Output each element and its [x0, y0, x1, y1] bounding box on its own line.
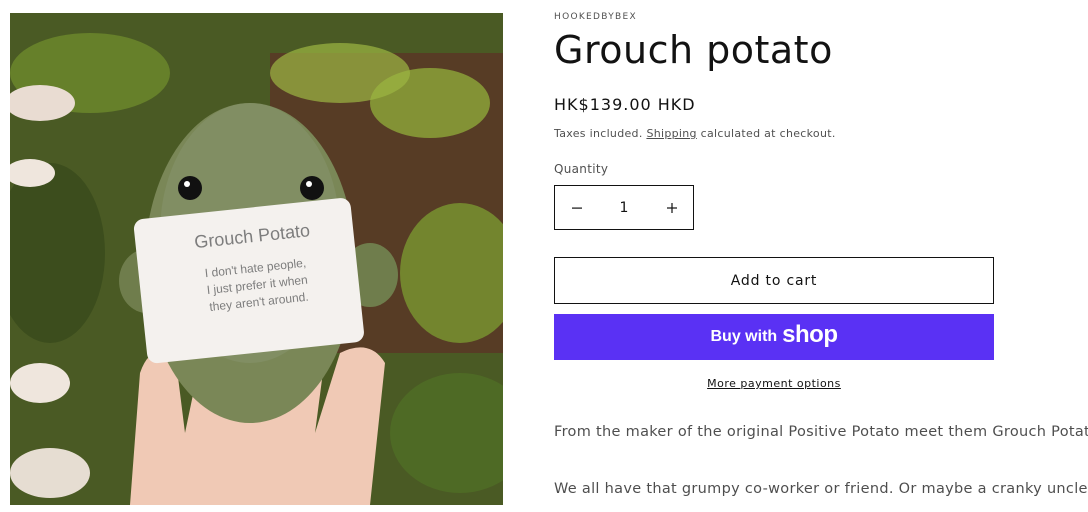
product-title: Grouch potato — [554, 28, 833, 72]
more-payment-options: More payment options — [554, 377, 994, 390]
shop-logo: shop — [782, 321, 838, 348]
buy-with-shop-button[interactable]: Buy with shop — [554, 314, 994, 360]
product-info: HOOKEDBYBEX Grouch potato HK$139.00 HKD … — [554, 0, 1088, 512]
buy-with-label: Buy with — [710, 328, 778, 345]
tax-note: Taxes included. Shipping calculated at c… — [554, 127, 836, 140]
minus-icon — [571, 207, 582, 209]
quantity-label: Quantity — [554, 162, 609, 176]
product-price: HK$139.00 HKD — [554, 95, 696, 114]
description-paragraph: We all have that grumpy co-worker or fri… — [554, 481, 1088, 497]
quantity-input[interactable] — [598, 198, 650, 217]
product-image[interactable]: Grouch Potato I don't hate people, I jus… — [10, 13, 503, 505]
tax-prefix: Taxes included. — [554, 127, 643, 140]
plus-icon — [666, 202, 677, 213]
quantity-increase-button[interactable] — [650, 186, 693, 229]
shipping-link[interactable]: Shipping — [646, 127, 696, 140]
vendor-name: HOOKEDBYBEX — [554, 12, 637, 22]
quantity-decrease-button[interactable] — [555, 186, 598, 229]
quantity-stepper — [554, 185, 694, 230]
tax-suffix: calculated at checkout. — [700, 127, 836, 140]
add-to-cart-button[interactable]: Add to cart — [554, 257, 994, 304]
more-payment-options-link[interactable]: More payment options — [707, 377, 841, 390]
description-paragraph: From the maker of the original Positive … — [554, 424, 1088, 440]
